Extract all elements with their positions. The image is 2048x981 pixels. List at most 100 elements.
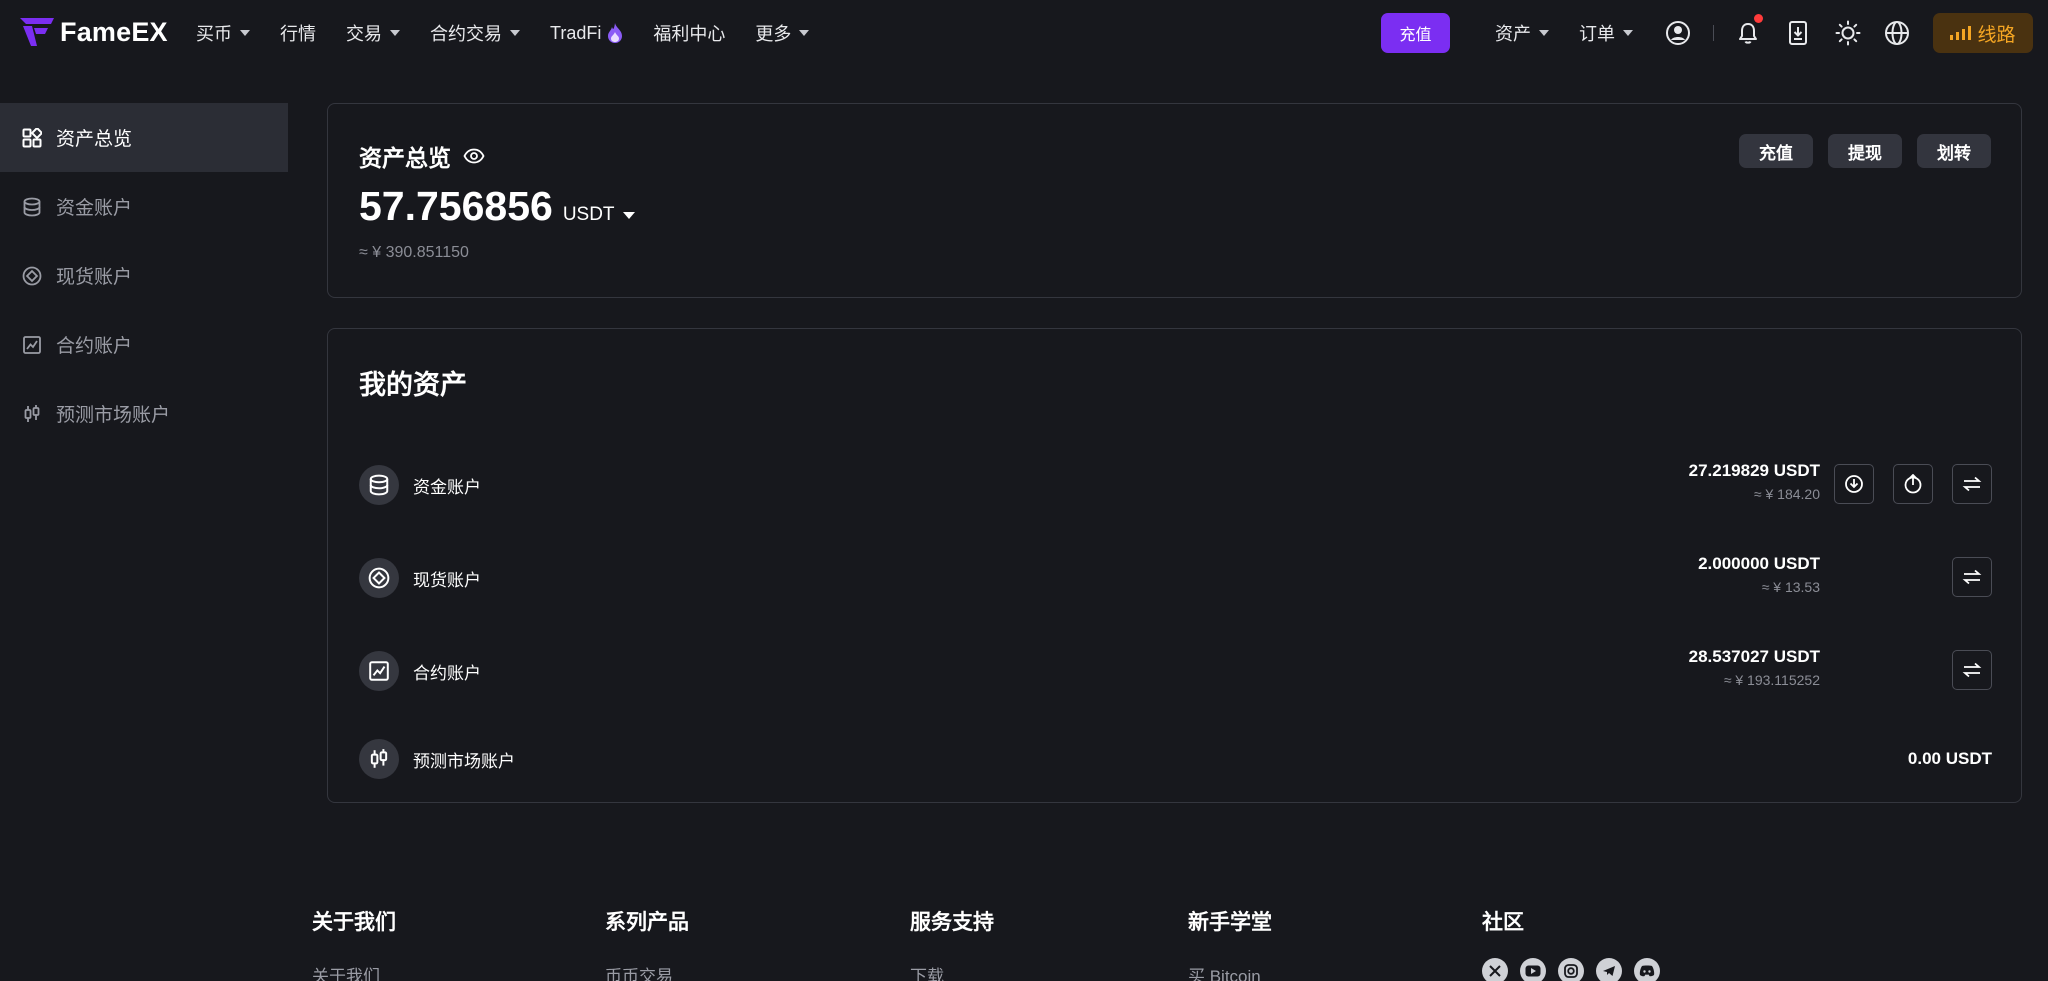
database-icon: [359, 465, 399, 505]
sidebar-item-asset-overview[interactable]: 资产总览: [0, 103, 288, 172]
network-line-label: 线路: [1977, 24, 2016, 46]
futures-transfer-button[interactable]: [1952, 650, 1992, 690]
my-assets-card: 我的资产 资金账户 27.219829 USDT ≈ ¥ 184.20 现货账户…: [327, 328, 2022, 803]
asset-cny-value: ≈ ¥ 184.20: [1753, 486, 1820, 502]
brand-logo[interactable]: FameEX: [20, 16, 168, 48]
chevron-down-icon: [510, 30, 520, 36]
youtube-icon[interactable]: [1520, 958, 1546, 981]
nav-buy-crypto-label: 买币: [196, 24, 232, 44]
footer-link-about-us[interactable]: 关于我们: [312, 962, 396, 981]
funding-transfer-button[interactable]: [1952, 464, 1992, 504]
footer-heading: 关于我们: [312, 911, 396, 934]
grid-icon: [22, 127, 42, 148]
asset-row-funding: 资金账户 27.219829 USDT ≈ ¥ 184.20: [359, 455, 1992, 515]
header-deposit-button[interactable]: 充值: [1381, 13, 1450, 53]
transfer-arrows-icon: [1962, 569, 1982, 585]
footer-link-download[interactable]: 下载: [910, 962, 994, 981]
user-circle-icon: [1666, 21, 1690, 45]
signal-bars-icon: [1950, 26, 1972, 40]
total-balance-cny: ≈ ¥ 390.851150: [359, 244, 469, 261]
asset-value: 2.000000 USDT: [1698, 554, 1820, 573]
transfer-arrows-icon: [1962, 476, 1982, 492]
eye-icon[interactable]: [463, 148, 485, 164]
asset-row-label: 预测市场账户: [359, 739, 515, 779]
asset-name: 现货账户: [413, 570, 481, 590]
total-balance-value: 57.756856: [359, 183, 553, 229]
main-nav: 买币 行情 交易 合约交易 TradFi 福利中心 更多: [196, 0, 839, 66]
asset-row-prediction-market: 预测市场账户 0.00 USDT: [359, 729, 1992, 789]
network-line-button[interactable]: 线路: [1933, 13, 2033, 53]
asset-name: 资金账户: [413, 477, 481, 497]
sidebar-item-futures-account[interactable]: 合约账户: [0, 310, 288, 379]
globe-icon: [1885, 21, 1909, 45]
fameex-logo-icon: [20, 18, 54, 46]
asset-row-spot: 现货账户 2.000000 USDT ≈ ¥ 13.53: [359, 548, 1992, 608]
sidebar-item-label: 现货账户: [56, 267, 133, 288]
language-button[interactable]: [1883, 19, 1911, 47]
withdraw-button[interactable]: 提现: [1828, 134, 1902, 168]
asset-cny-value: ≈ ¥ 193.115252: [1723, 672, 1820, 688]
nav-rewards-center[interactable]: 福利中心: [653, 20, 725, 46]
chevron-down-icon: [799, 30, 810, 36]
header-divider: [1713, 25, 1714, 41]
sidebar-item-funding-account[interactable]: 资金账户: [0, 172, 288, 241]
nav-more-label: 更多: [755, 24, 792, 44]
theme-toggle-button[interactable]: [1834, 19, 1862, 47]
nav-markets[interactable]: 行情: [280, 20, 316, 46]
funding-withdraw-button[interactable]: [1893, 464, 1933, 504]
transfer-button[interactable]: 划转: [1917, 134, 1991, 168]
sidebar-item-label: 预测市场账户: [56, 405, 171, 426]
overview-title: 资产总览: [359, 139, 485, 173]
notifications-button[interactable]: [1734, 14, 1763, 47]
footer-heading: 服务支持: [910, 911, 994, 934]
nav-more[interactable]: 更多: [755, 20, 810, 46]
deposit-circle-icon: [1845, 475, 1863, 493]
asset-overview-card: 资产总览 57.756856 USDT ≈ ¥ 390.851150 充值 提现…: [327, 103, 2022, 298]
nav-markets-label: 行情: [280, 24, 316, 44]
orders-menu-label: 订单: [1579, 24, 1615, 44]
telegram-icon[interactable]: [1596, 958, 1622, 981]
asset-row-futures: 合约账户 28.537027 USDT ≈ ¥ 193.115252: [359, 641, 1992, 701]
asset-row-label: 合约账户: [359, 651, 481, 691]
brand-name: FameEX: [60, 16, 168, 47]
footer-link-buy-bitcoin[interactable]: 买 Bitcoin: [1188, 962, 1272, 981]
footer-col-learn: 新手学堂 买 Bitcoin: [1188, 906, 1272, 981]
user-profile-button[interactable]: [1664, 19, 1692, 47]
sidebar-item-spot-account[interactable]: 现货账户: [0, 241, 288, 310]
spot-transfer-button[interactable]: [1952, 557, 1992, 597]
sidebar-item-label: 资金账户: [56, 198, 133, 219]
asset-sidebar: 资产总览 资金账户 现货账户 合约账户 预测市场账户: [0, 103, 288, 448]
sidebar-item-prediction-market-account[interactable]: 预测市场账户: [0, 379, 288, 448]
asset-amount: 27.219829 USDT ≈ ¥ 184.20: [1689, 461, 1820, 502]
currency-selector-label: USDT: [562, 204, 615, 225]
footer-col-about: 关于我们 关于我们: [312, 906, 396, 981]
bell-icon: [1739, 23, 1757, 44]
nav-futures[interactable]: 合约交易: [430, 20, 520, 46]
asset-name: 预测市场账户: [413, 751, 515, 771]
asset-amount: 2.000000 USDT ≈ ¥ 13.53: [1698, 554, 1820, 595]
overview-actions: 充值 提现 划转: [1739, 134, 1991, 168]
chevron-down-icon: [1623, 30, 1633, 36]
currency-selector[interactable]: USDT: [563, 204, 635, 226]
my-assets-title: 我的资产: [359, 370, 467, 400]
nav-rewards-label: 福利中心: [653, 24, 726, 44]
download-app-button[interactable]: [1784, 19, 1812, 47]
deposit-button[interactable]: 充值: [1739, 134, 1813, 168]
instagram-icon[interactable]: [1558, 958, 1584, 981]
asset-amount: 28.537027 USDT ≈ ¥ 193.115252: [1689, 647, 1820, 688]
nav-trade[interactable]: 交易: [346, 20, 400, 46]
orders-menu[interactable]: 订单: [1579, 0, 1633, 66]
discord-icon[interactable]: [1634, 958, 1660, 981]
diamond-coin-icon: [359, 558, 399, 598]
nav-buy-crypto[interactable]: 买币: [196, 20, 250, 46]
footer-link-spot-trading[interactable]: 币币交易: [605, 962, 689, 981]
nav-tradfi[interactable]: TradFi: [550, 23, 623, 44]
footer-heading: 新手学堂: [1188, 911, 1272, 934]
x-icon[interactable]: [1482, 958, 1508, 981]
database-icon: [22, 197, 42, 217]
funding-deposit-button[interactable]: [1834, 464, 1874, 504]
assets-menu[interactable]: 资产: [1495, 0, 1549, 66]
nav-tradfi-label: TradFi: [550, 22, 602, 43]
diamond-coin-icon: [22, 266, 42, 286]
footer-heading: 社区: [1482, 911, 1524, 934]
